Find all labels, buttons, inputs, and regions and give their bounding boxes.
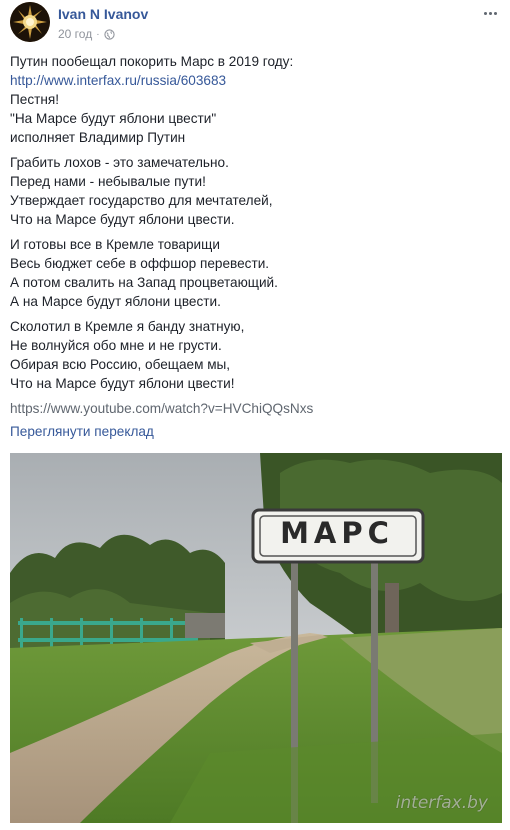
globe-icon[interactable] bbox=[103, 28, 115, 40]
text-line: А потом свалить на Запад процветающий. bbox=[10, 275, 278, 290]
post-meta: 20 год · bbox=[58, 27, 115, 41]
youtube-link[interactable]: https://www.youtube.com/watch?v=HVChiQQs… bbox=[10, 401, 313, 416]
more-options-button[interactable] bbox=[480, 6, 500, 20]
avatar-image bbox=[10, 2, 50, 42]
photo-scene bbox=[10, 453, 502, 823]
photo-watermark: interfax.by bbox=[395, 793, 488, 813]
text-line: Путин пообещал покорить Марс в 2019 году… bbox=[10, 54, 294, 69]
text-line: А на Марсе будут яблони цвести. bbox=[10, 294, 221, 309]
post-photo[interactable]: МАРС interfax.by bbox=[10, 453, 502, 823]
more-options-icon bbox=[483, 11, 497, 15]
text-line: Перед нами - небывалые пути! bbox=[10, 174, 206, 189]
text-line: Грабить лохов - это замечательно. bbox=[10, 155, 229, 170]
author-name[interactable]: Ivan N Ivanov bbox=[58, 6, 148, 22]
text-line: Обирая всю Россию, обещаем мы, bbox=[10, 357, 231, 372]
text-line: Сколотил в Кремле я банду знатную, bbox=[10, 319, 245, 334]
text-line: Утверждает государство для мечтателей, bbox=[10, 193, 273, 208]
text-line: Весь бюджет себе в оффшор перевести. bbox=[10, 256, 270, 271]
see-translation-link[interactable]: Переглянути переклад bbox=[10, 424, 154, 439]
text-line: Не волнуйся обо мне и не грусти. bbox=[10, 338, 222, 353]
facebook-post: Ivan N Ivanov 20 год · Путин пообещал по… bbox=[0, 0, 510, 830]
post-text: Путин пообещал покорить Марс в 2019 году… bbox=[10, 52, 490, 418]
text-line: Пестня! bbox=[10, 92, 59, 107]
meta-separator: · bbox=[96, 28, 100, 40]
text-line: Что на Марсе будут яблони цвести. bbox=[10, 212, 235, 227]
avatar[interactable] bbox=[10, 2, 50, 42]
text-line: "На Марсе будут яблони цвести" bbox=[10, 111, 217, 126]
post-timestamp[interactable]: 20 год bbox=[58, 27, 92, 41]
sign-text: МАРС bbox=[280, 516, 394, 550]
interfax-link[interactable]: http://www.interfax.ru/russia/603683 bbox=[10, 73, 226, 88]
text-line: исполняет Владимир Путин bbox=[10, 130, 186, 145]
text-line: И готовы все в Кремле товарищи bbox=[10, 237, 220, 252]
text-line: Что на Марсе будут яблони цвести! bbox=[10, 376, 235, 391]
